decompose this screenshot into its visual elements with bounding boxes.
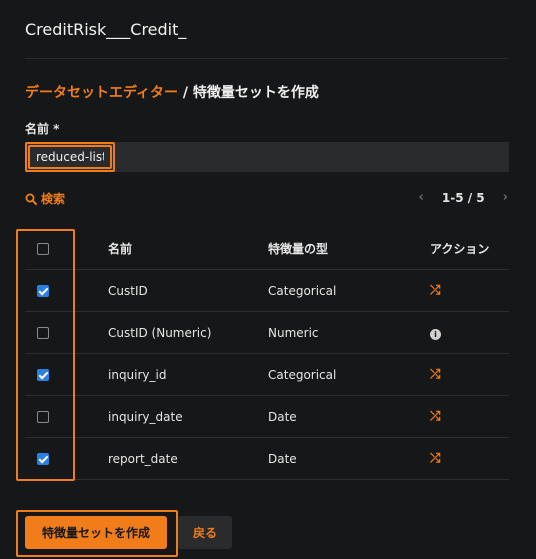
row-checkbox-cell [25,311,75,354]
feature-name: report_date [75,437,268,480]
create-feature-set-button[interactable]: 特徴量セットを作成 [25,516,167,549]
select-all-cell [25,228,75,270]
table-row: report_date Date ⤮ [25,437,509,480]
row-checkbox-cell [25,269,75,312]
app-title: CreditRisk___Credit_ [25,20,187,39]
pager-next-icon[interactable]: › [503,190,508,205]
row-checkbox-cell [25,437,75,480]
table-header-row: 名前 特徴量の型 アクション [25,228,509,270]
action-cell: ⤮ [428,395,509,438]
search-icon [25,193,37,205]
shuffle-icon[interactable]: ⤮ [430,451,440,466]
shuffle-icon[interactable]: ⤮ [430,409,440,424]
name-input[interactable] [28,145,112,169]
breadcrumb-separator: / [178,85,193,101]
table-row: CustID Categorical ⤮ [25,269,509,312]
action-cell: i [428,311,509,354]
back-button[interactable]: 戻る [178,516,232,549]
breadcrumb-current: 特徴量セットを作成 [192,85,319,101]
feature-type: Numeric [268,311,428,354]
shuffle-icon[interactable]: ⤮ [430,283,440,298]
search-button[interactable]: 検索 [25,190,65,207]
pager-range: 1-5 / 5 [441,190,485,205]
header-divider [25,58,508,59]
name-field-label: 名前 * [25,122,60,136]
row-checkbox[interactable] [37,369,49,381]
search-label: 検索 [41,192,66,206]
breadcrumb: データセットエディター / 特徴量セットを作成 [25,82,319,102]
name-field-container [25,142,509,172]
action-cell: ⤮ [428,437,509,480]
feature-type: Date [268,395,428,438]
feature-table: 名前 特徴量の型 アクション CustID Categorical ⤮ CustID … [25,228,509,480]
feature-type: Date [268,437,428,480]
feature-type: Categorical [268,269,428,312]
row-checkbox[interactable] [37,327,49,339]
column-header-action: アクション [428,228,509,270]
select-all-checkbox[interactable] [37,243,49,255]
feature-name: CustID [75,269,268,312]
column-header-type[interactable]: 特徴量の型 [268,228,428,270]
action-cell: ⤮ [428,353,509,396]
pager: ‹ 1-5 / 5 › [419,190,509,205]
table-row: CustID (Numeric) Numeric i [25,311,509,354]
breadcrumb-link-dataset-editor[interactable]: データセットエディター [25,85,178,101]
row-checkbox-cell [25,395,75,438]
row-checkbox[interactable] [37,285,49,297]
column-header-name[interactable]: 名前 [75,228,268,270]
row-checkbox[interactable] [37,453,49,465]
table-row: inquiry_id Categorical ⤮ [25,353,509,396]
info-icon: i [430,328,441,340]
pager-prev-icon[interactable]: ‹ [419,190,424,205]
row-checkbox-cell [25,353,75,396]
shuffle-icon[interactable]: ⤮ [430,367,440,382]
table-row: inquiry_date Date ⤮ [25,395,509,438]
action-cell: ⤮ [428,269,509,312]
row-checkbox[interactable] [37,411,49,423]
feature-name: inquiry_id [75,353,268,396]
feature-name: inquiry_date [75,395,268,438]
feature-name: CustID (Numeric) [75,311,268,354]
feature-type: Categorical [268,353,428,396]
